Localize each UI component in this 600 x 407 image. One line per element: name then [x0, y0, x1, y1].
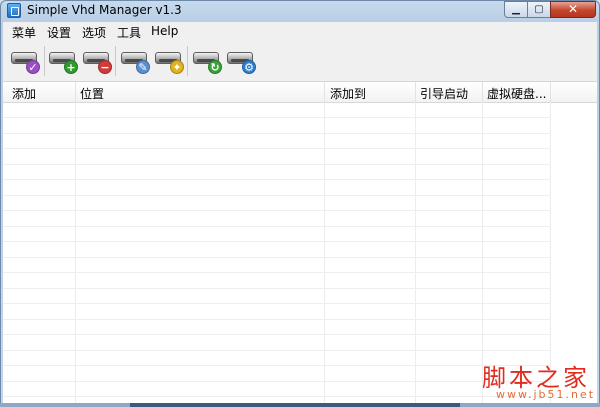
row-gridline [3, 272, 551, 273]
settings-drive-button[interactable]: ⚙ [225, 43, 259, 79]
menu-item-settings[interactable]: 设置 [47, 24, 71, 41]
row-gridline [3, 396, 551, 397]
column-divider[interactable] [482, 82, 483, 102]
app-icon [7, 3, 21, 18]
column-divider[interactable] [75, 82, 76, 102]
menu-item-tools[interactable]: 工具 [117, 24, 141, 41]
row-gridline [3, 179, 551, 180]
menu-bar: 菜单 设置 选项 工具 Help [3, 22, 597, 41]
row-gridline [3, 350, 551, 351]
row-gridline [3, 319, 551, 320]
toolbar-separator [44, 46, 45, 76]
plus-icon: + [64, 60, 78, 74]
row-gridline [3, 226, 551, 227]
row-gridline [3, 195, 551, 196]
row-gridline [3, 365, 551, 366]
column-header-add[interactable]: 添加 [12, 85, 36, 102]
edit-icon: ✎ [136, 60, 150, 74]
row-gridline [3, 148, 551, 149]
window-title: Simple Vhd Manager v1.3 [27, 3, 182, 17]
check-drive-button[interactable]: ✓ [9, 43, 43, 79]
row-gridline [3, 257, 551, 258]
close-button[interactable]: ✕ [550, 1, 596, 18]
column-header-location[interactable]: 位置 [80, 85, 104, 102]
main-window: Simple Vhd Manager v1.3 ▁ ▢ ✕ 菜单 设置 选项 工… [0, 0, 600, 407]
minus-icon: − [98, 60, 112, 74]
column-divider[interactable] [415, 82, 416, 102]
check-icon: ✓ [26, 60, 40, 74]
toolbar-separator [187, 46, 188, 76]
add-drive-button[interactable]: + [47, 43, 81, 79]
column-header-attach-to[interactable]: 添加到 [330, 85, 366, 102]
remove-drive-button[interactable]: − [81, 43, 115, 79]
row-gridline [3, 117, 551, 118]
row-gridline [3, 288, 551, 289]
site-watermark: 脚本之家 www.jb51.net [482, 358, 594, 402]
edit-drive-button[interactable]: ✎ [119, 43, 153, 79]
magic-wand-icon: ✦ [170, 60, 184, 74]
refresh-icon: ↻ [208, 60, 222, 74]
column-divider[interactable] [550, 82, 551, 102]
refresh-drive-button[interactable]: ↻ [191, 43, 225, 79]
row-gridline [3, 164, 551, 165]
column-header-boot[interactable]: 引导启动 [420, 85, 468, 102]
wrench-icon: ⚙ [242, 60, 256, 74]
row-gridline [3, 334, 551, 335]
menu-item-menu[interactable]: 菜单 [12, 24, 36, 41]
column-divider[interactable] [324, 82, 325, 102]
watermark-url: www.jb51.net [496, 388, 596, 401]
column-header-vhd[interactable]: 虚拟硬盘... [487, 85, 546, 102]
title-bar[interactable]: Simple Vhd Manager v1.3 ▁ ▢ ✕ [1, 1, 599, 21]
toolbar-separator [115, 46, 116, 76]
menu-item-options[interactable]: 选项 [82, 24, 106, 41]
taskbar [130, 403, 460, 407]
toolbar: ✓ + − ✎ ✦ ↻ ⚙ [3, 41, 597, 82]
row-gridline [3, 303, 551, 304]
vhd-list-view[interactable]: 添加 位置 添加到 引导启动 虚拟硬盘... [3, 82, 597, 404]
row-gridline [3, 133, 551, 134]
magic-wand-button[interactable]: ✦ [153, 43, 187, 79]
row-gridline [3, 381, 551, 382]
row-gridline [3, 241, 551, 242]
menu-item-help[interactable]: Help [151, 24, 178, 38]
row-gridline [3, 210, 551, 211]
maximize-button[interactable]: ▢ [527, 1, 551, 18]
list-header: 添加 位置 添加到 引导启动 虚拟硬盘... [3, 82, 597, 103]
minimize-button[interactable]: ▁ [504, 1, 528, 18]
